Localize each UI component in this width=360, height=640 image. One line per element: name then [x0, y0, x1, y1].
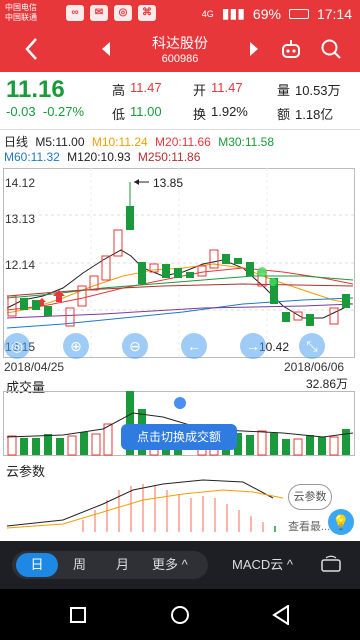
- status-right: 4G ▮▮▮ 69% 17:14: [202, 5, 352, 22]
- status-bar: 中国电信 中国联通 ∞ ✉ ◎ ⌘ 4G ▮▮▮ 69% 17:14: [0, 0, 360, 28]
- volume-max: 32.86万: [306, 377, 349, 391]
- turnover-label: 换: [193, 107, 207, 122]
- date-start: 2018/04/25: [4, 360, 65, 374]
- ma120-value: M120:10.93: [67, 150, 131, 164]
- recent-apps-icon[interactable]: [70, 607, 86, 628]
- ma-row-1: 日线 M5:11.00 M10:11.24 M20:11.66 M30:11.5…: [4, 133, 278, 150]
- notification-icons: ∞ ✉ ◎ ⌘: [66, 5, 156, 21]
- current-price: 11.16: [6, 76, 65, 103]
- y-axis-mid: 13.13: [5, 212, 36, 226]
- zoom-out-icon[interactable]: ⊖: [122, 333, 148, 359]
- notification-icon: ⌘: [138, 5, 156, 21]
- period-tab-bar: 日 周 月 更多 ^ MACD云 ^: [0, 541, 360, 589]
- ma5-value: M5:11.00: [35, 135, 85, 149]
- ma10-value: M10:11.24: [91, 135, 148, 149]
- battery-icon: [288, 8, 309, 19]
- clock: 17:14: [316, 5, 352, 22]
- next-stock-icon[interactable]: [250, 42, 258, 61]
- lightbulb-icon[interactable]: 💡: [328, 509, 354, 535]
- search-icon[interactable]: [320, 38, 342, 65]
- high-marker-label: 13.85: [153, 176, 184, 190]
- ma20-value: M20:11.66: [155, 135, 211, 149]
- y-axis-low: 12.14: [5, 258, 36, 272]
- chart-control-1[interactable]: ◎: [4, 333, 30, 359]
- divider: [0, 129, 360, 130]
- amount-label: 额: [277, 107, 291, 122]
- kline-chart[interactable]: 14.12 13.13 12.14 13.15 13.85 10.42: [3, 168, 355, 358]
- landscape-icon[interactable]: [320, 555, 342, 580]
- high-value: 11.47: [130, 80, 162, 95]
- indicator-selector[interactable]: MACD云 ^: [232, 554, 293, 573]
- toast-pointer: [174, 397, 186, 409]
- yun-param-button[interactable]: 云参数: [288, 484, 332, 510]
- change-percent: -0.27%: [42, 104, 85, 119]
- robot-icon[interactable]: [280, 38, 302, 65]
- price-change: -0.03 -0.27%: [6, 104, 84, 119]
- stock-code: 600986: [161, 53, 199, 65]
- ma30-value: M30:11.58: [218, 135, 275, 149]
- change-value: -0.03: [6, 104, 36, 119]
- open-value: 11.47: [211, 80, 243, 95]
- period-label: 日线: [4, 135, 29, 149]
- arrow-right-icon[interactable]: →: [240, 333, 266, 359]
- volume-value: 10.53万: [295, 83, 341, 98]
- stock-name: 科达股份: [152, 35, 208, 51]
- amount-value: 1.18亿: [295, 107, 334, 122]
- tab-month[interactable]: 月: [116, 554, 129, 573]
- back-nav-icon[interactable]: [272, 604, 290, 630]
- notification-icon: ◎: [114, 5, 132, 21]
- high-label: 高: [112, 83, 126, 98]
- network-indicator: 4G: [201, 8, 214, 19]
- volume-label: 量: [277, 83, 291, 98]
- look-more-link[interactable]: 查看最...: [288, 518, 330, 534]
- arrow-left-icon[interactable]: ←: [181, 333, 207, 359]
- battery-percent: 69%: [252, 5, 281, 22]
- carrier-1: 中国电信: [5, 3, 37, 12]
- signal-icon: ▮▮▮: [221, 5, 245, 21]
- kline-svg: [3, 168, 355, 358]
- notification-icon: ∞: [66, 5, 84, 21]
- home-icon[interactable]: [170, 605, 190, 630]
- carrier-2: 中国联通: [5, 13, 37, 22]
- tab-more[interactable]: 更多 ^: [152, 554, 188, 573]
- system-nav-bar: [0, 589, 360, 640]
- expand-icon[interactable]: ⤡: [299, 333, 325, 359]
- carrier-info: 中国电信 中国联通: [5, 3, 37, 23]
- quote-panel: 11.16 -0.03 -0.27% 高 11.47 低 11.00 开 11.…: [0, 72, 360, 128]
- date-end: 2018/06/06: [284, 360, 345, 374]
- low-value: 11.00: [130, 104, 162, 119]
- turnover-value: 1.92%: [211, 104, 248, 119]
- ma-row-2: M60:11.32 M120:10.93 M250:11.86: [4, 150, 204, 164]
- tab-day[interactable]: 日: [16, 553, 58, 577]
- toggle-amount-toast[interactable]: 点击切换成交额: [121, 424, 237, 450]
- ma60-value: M60:11.32: [4, 150, 60, 164]
- ma250-value: M250:11.86: [137, 150, 201, 164]
- tab-week[interactable]: 周: [73, 554, 86, 573]
- y-axis-top: 14.12: [5, 176, 36, 190]
- notification-icon: ✉: [90, 5, 108, 21]
- low-label: 低: [112, 107, 126, 122]
- app-header: 科达股份 600986: [0, 28, 360, 72]
- zoom-in-icon[interactable]: ⊕: [63, 333, 89, 359]
- open-label: 开: [193, 83, 207, 98]
